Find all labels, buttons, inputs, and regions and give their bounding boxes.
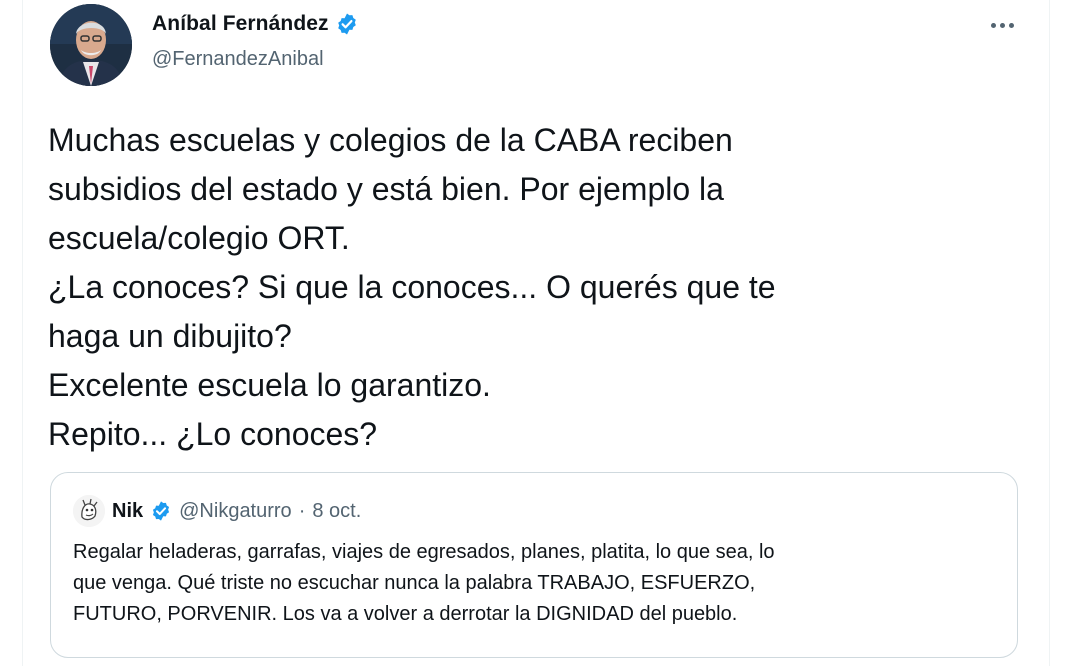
quoted-separator: ·: [298, 499, 306, 522]
author-display-name[interactable]: Aníbal Fernández: [152, 12, 329, 36]
quoted-text-line: que venga. Qué triste no escuchar nunca …: [73, 572, 756, 594]
more-dot: [990, 22, 996, 28]
tweet-text-line: haga un dibujito?: [48, 318, 292, 354]
quoted-tweet-text: Regalar heladeras, garrafas, viajes de e…: [73, 537, 1003, 630]
more-options-icon[interactable]: [982, 10, 1022, 40]
tweet-text-line: subsidios del estado y está bien. Por ej…: [48, 171, 724, 207]
quoted-author-avatar: [73, 495, 105, 527]
quoted-author-handle: @Nikgaturro: [179, 499, 292, 522]
quoted-text-line: Regalar heladeras, garrafas, viajes de e…: [73, 541, 775, 563]
tweet-text-line: Repito... ¿Lo conoces?: [48, 416, 378, 452]
author-avatar[interactable]: [50, 4, 132, 86]
author-handle[interactable]: @FernandezAnibal: [152, 48, 324, 71]
quoted-tweet-header: Nik @Nikgaturro · 8 oct.: [73, 495, 361, 527]
author-avatar-image: [50, 4, 132, 86]
quoted-date: 8 oct.: [312, 499, 362, 522]
author-name-row: Aníbal Fernández: [152, 12, 359, 36]
more-dot: [999, 22, 1005, 28]
verified-badge-icon: [150, 500, 172, 522]
tweet-text-line: escuela/colegio ORT.: [48, 220, 350, 256]
tweet-text-line: Excelente escuela lo garantizo.: [48, 367, 491, 403]
tweet-text-line: Muchas escuelas y colegios de la CABA re…: [48, 122, 733, 158]
verified-badge-icon: [335, 12, 359, 36]
quoted-author-display-name: Nik: [112, 499, 144, 522]
tweet-text-line: ¿La conoces? Si que la conoces... O quer…: [48, 269, 776, 305]
quoted-text-line: FUTURO, PORVENIR. Los va a volver a derr…: [73, 603, 738, 625]
quoted-tweet[interactable]: Nik @Nikgaturro · 8 oct. Regalar helader…: [50, 472, 1018, 658]
more-dot: [1008, 22, 1014, 28]
tweet-text: Muchas escuelas y colegios de la CABA re…: [48, 116, 1008, 459]
